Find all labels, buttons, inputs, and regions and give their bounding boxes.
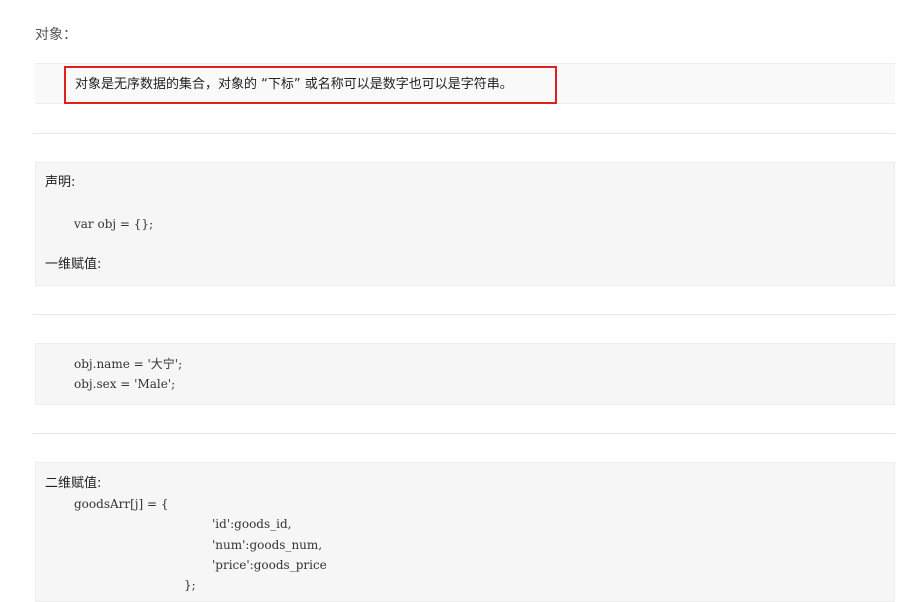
code-line: 'price':goods_price [212,558,327,572]
section-heading: 对象： [35,27,77,43]
divider [33,433,895,434]
code-block-declaration [35,162,895,286]
code-line: 'num':goods_num, [212,538,323,552]
code-line: }; [184,578,196,592]
code-line: 'id':goods_id, [212,517,292,531]
two-dim-label: 二维赋值: [45,476,102,491]
code-block-two-dim [35,462,895,602]
declare-label: 声明: [45,175,76,190]
code-block-one-dim [35,343,895,405]
highlighted-definition: 对象是无序数据的集合，对象的 “下标” 或名称可以是数字也可以是字符串。 [64,66,557,104]
code-line: obj.name = '大宁'; [74,357,183,371]
code-line: goodsArr[j] = { [74,497,169,511]
divider [33,133,895,134]
code-line: obj.sex = 'Male'; [74,377,176,391]
declare-code: var obj = {}; [74,217,154,231]
one-dim-label: 一维赋值: [45,257,102,272]
divider [33,314,895,315]
